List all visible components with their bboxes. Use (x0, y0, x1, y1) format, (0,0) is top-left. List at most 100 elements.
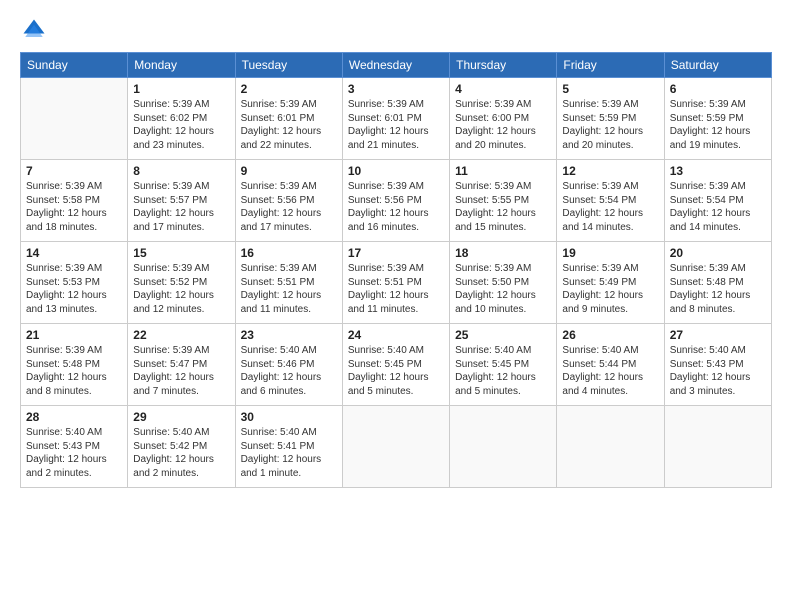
day-number: 21 (26, 328, 122, 342)
calendar-cell: 28Sunrise: 5:40 AM Sunset: 5:43 PM Dayli… (21, 406, 128, 488)
day-number: 20 (670, 246, 766, 260)
day-number: 8 (133, 164, 229, 178)
calendar-cell: 6Sunrise: 5:39 AM Sunset: 5:59 PM Daylig… (664, 78, 771, 160)
calendar-cell: 4 Sunrise: 5:39 AM Sunset: 6:00 PM Daylig… (450, 78, 557, 160)
day-number: 14 (26, 246, 122, 260)
day-info: Sunrise: 5:39 AM Sunset: 5:48 PM Dayligh… (670, 262, 766, 316)
day-info: Sunrise: 5:39 AM Sunset: 6:01 PM Dayligh… (241, 98, 337, 152)
day-info: Sunrise: 5:39 AM Sunset: 6:02 PM Dayligh… (133, 98, 229, 152)
calendar-cell: 14 Sunrise: 5:39 AM Sunset: 5:53 PM Dayli… (21, 242, 128, 324)
calendar-week-row: 28Sunrise: 5:40 AM Sunset: 5:43 PM Dayli… (21, 406, 772, 488)
header-saturday: Saturday (664, 53, 771, 78)
day-info: Sunrise: 5:39 AM Sunset: 5:47 PM Dayligh… (133, 344, 229, 398)
day-number: 13 (670, 164, 766, 178)
day-number: 12 (562, 164, 658, 178)
day-number: 11 (455, 164, 551, 178)
day-number: 17 (348, 246, 444, 260)
day-info: Sunrise: 5:39 AM Sunset: 5:54 PM Dayligh… (562, 180, 658, 234)
day-info: Sunrise: 5:40 AM Sunset: 5:45 PM Dayligh… (455, 344, 551, 398)
day-info: Sunrise: 5:39 AM Sunset: 6:01 PM Dayligh… (348, 98, 444, 152)
calendar-cell: 10 Sunrise: 5:39 AM Sunset: 5:56 PM Dayli… (342, 160, 449, 242)
day-number: 15 (133, 246, 229, 260)
calendar-cell: 24 Sunrise: 5:40 AM Sunset: 5:45 PM Dayli… (342, 324, 449, 406)
day-number: 30 (241, 410, 337, 424)
day-number: 3 (348, 82, 444, 96)
day-number: 7 (26, 164, 122, 178)
calendar-cell: 3 Sunrise: 5:39 AM Sunset: 6:01 PM Daylig… (342, 78, 449, 160)
page-header (20, 16, 772, 44)
calendar-cell: 26 Sunrise: 5:40 AM Sunset: 5:44 PM Dayli… (557, 324, 664, 406)
calendar-cell (450, 406, 557, 488)
day-number: 19 (562, 246, 658, 260)
day-info: Sunrise: 5:39 AM Sunset: 5:51 PM Dayligh… (241, 262, 337, 316)
calendar-cell: 23Sunrise: 5:40 AM Sunset: 5:46 PM Dayli… (235, 324, 342, 406)
calendar-cell: 12 Sunrise: 5:39 AM Sunset: 5:54 PM Dayli… (557, 160, 664, 242)
day-number: 22 (133, 328, 229, 342)
calendar-cell: 5 Sunrise: 5:39 AM Sunset: 5:59 PM Daylig… (557, 78, 664, 160)
day-info: Sunrise: 5:39 AM Sunset: 5:59 PM Dayligh… (670, 98, 766, 152)
calendar-cell: 22 Sunrise: 5:39 AM Sunset: 5:47 PM Dayli… (128, 324, 235, 406)
calendar-cell: 27Sunrise: 5:40 AM Sunset: 5:43 PM Dayli… (664, 324, 771, 406)
calendar-cell: 9 Sunrise: 5:39 AM Sunset: 5:56 PM Daylig… (235, 160, 342, 242)
calendar-cell: 1 Sunrise: 5:39 AM Sunset: 6:02 PM Daylig… (128, 78, 235, 160)
day-info: Sunrise: 5:40 AM Sunset: 5:43 PM Dayligh… (670, 344, 766, 398)
calendar-cell: 19 Sunrise: 5:39 AM Sunset: 5:49 PM Dayli… (557, 242, 664, 324)
day-number: 18 (455, 246, 551, 260)
calendar-table: Sunday Monday Tuesday Wednesday Thursday… (20, 52, 772, 488)
day-number: 26 (562, 328, 658, 342)
day-info: Sunrise: 5:39 AM Sunset: 5:52 PM Dayligh… (133, 262, 229, 316)
day-number: 5 (562, 82, 658, 96)
calendar-week-row: 21 Sunrise: 5:39 AM Sunset: 5:48 PM Dayli… (21, 324, 772, 406)
day-number: 10 (348, 164, 444, 178)
day-number: 24 (348, 328, 444, 342)
calendar-cell: 17 Sunrise: 5:39 AM Sunset: 5:51 PM Dayli… (342, 242, 449, 324)
calendar-cell: 18Sunrise: 5:39 AM Sunset: 5:50 PM Dayli… (450, 242, 557, 324)
header-friday: Friday (557, 53, 664, 78)
day-info: Sunrise: 5:39 AM Sunset: 5:53 PM Dayligh… (26, 262, 122, 316)
calendar-cell: 15 Sunrise: 5:39 AM Sunset: 5:52 PM Dayli… (128, 242, 235, 324)
day-info: Sunrise: 5:39 AM Sunset: 5:55 PM Dayligh… (455, 180, 551, 234)
calendar-cell: 11 Sunrise: 5:39 AM Sunset: 5:55 PM Dayli… (450, 160, 557, 242)
calendar-cell (342, 406, 449, 488)
calendar-header-row: Sunday Monday Tuesday Wednesday Thursday… (21, 53, 772, 78)
calendar-cell: 30 Sunrise: 5:40 AM Sunset: 5:41 PM Dayli… (235, 406, 342, 488)
calendar-cell: 7 Sunrise: 5:39 AM Sunset: 5:58 PM Daylig… (21, 160, 128, 242)
day-number: 4 (455, 82, 551, 96)
header-sunday: Sunday (21, 53, 128, 78)
day-info: Sunrise: 5:39 AM Sunset: 5:49 PM Dayligh… (562, 262, 658, 316)
day-info: Sunrise: 5:39 AM Sunset: 5:56 PM Dayligh… (348, 180, 444, 234)
calendar-cell: 13 Sunrise: 5:39 AM Sunset: 5:54 PM Dayli… (664, 160, 771, 242)
day-number: 2 (241, 82, 337, 96)
day-info: Sunrise: 5:39 AM Sunset: 5:54 PM Dayligh… (670, 180, 766, 234)
calendar-week-row: 14 Sunrise: 5:39 AM Sunset: 5:53 PM Dayli… (21, 242, 772, 324)
header-tuesday: Tuesday (235, 53, 342, 78)
day-info: Sunrise: 5:39 AM Sunset: 6:00 PM Dayligh… (455, 98, 551, 152)
header-thursday: Thursday (450, 53, 557, 78)
day-info: Sunrise: 5:39 AM Sunset: 5:56 PM Dayligh… (241, 180, 337, 234)
day-number: 25 (455, 328, 551, 342)
logo-icon (20, 16, 48, 44)
calendar-cell (664, 406, 771, 488)
calendar-week-row: 7 Sunrise: 5:39 AM Sunset: 5:58 PM Daylig… (21, 160, 772, 242)
day-info: Sunrise: 5:39 AM Sunset: 5:59 PM Dayligh… (562, 98, 658, 152)
day-info: Sunrise: 5:39 AM Sunset: 5:58 PM Dayligh… (26, 180, 122, 234)
day-info: Sunrise: 5:40 AM Sunset: 5:41 PM Dayligh… (241, 426, 337, 480)
calendar-cell: 20 Sunrise: 5:39 AM Sunset: 5:48 PM Dayli… (664, 242, 771, 324)
day-number: 28 (26, 410, 122, 424)
logo (20, 16, 52, 44)
header-wednesday: Wednesday (342, 53, 449, 78)
day-number: 29 (133, 410, 229, 424)
day-number: 16 (241, 246, 337, 260)
day-info: Sunrise: 5:40 AM Sunset: 5:42 PM Dayligh… (133, 426, 229, 480)
calendar-cell: 8Sunrise: 5:39 AM Sunset: 5:57 PM Daylig… (128, 160, 235, 242)
calendar-cell: 16 Sunrise: 5:39 AM Sunset: 5:51 PM Dayli… (235, 242, 342, 324)
day-number: 9 (241, 164, 337, 178)
day-info: Sunrise: 5:39 AM Sunset: 5:51 PM Dayligh… (348, 262, 444, 316)
calendar-cell: 2 Sunrise: 5:39 AM Sunset: 6:01 PM Daylig… (235, 78, 342, 160)
day-info: Sunrise: 5:40 AM Sunset: 5:44 PM Dayligh… (562, 344, 658, 398)
day-info: Sunrise: 5:40 AM Sunset: 5:46 PM Dayligh… (241, 344, 337, 398)
day-info: Sunrise: 5:40 AM Sunset: 5:45 PM Dayligh… (348, 344, 444, 398)
day-info: Sunrise: 5:39 AM Sunset: 5:48 PM Dayligh… (26, 344, 122, 398)
day-number: 1 (133, 82, 229, 96)
calendar-cell (21, 78, 128, 160)
